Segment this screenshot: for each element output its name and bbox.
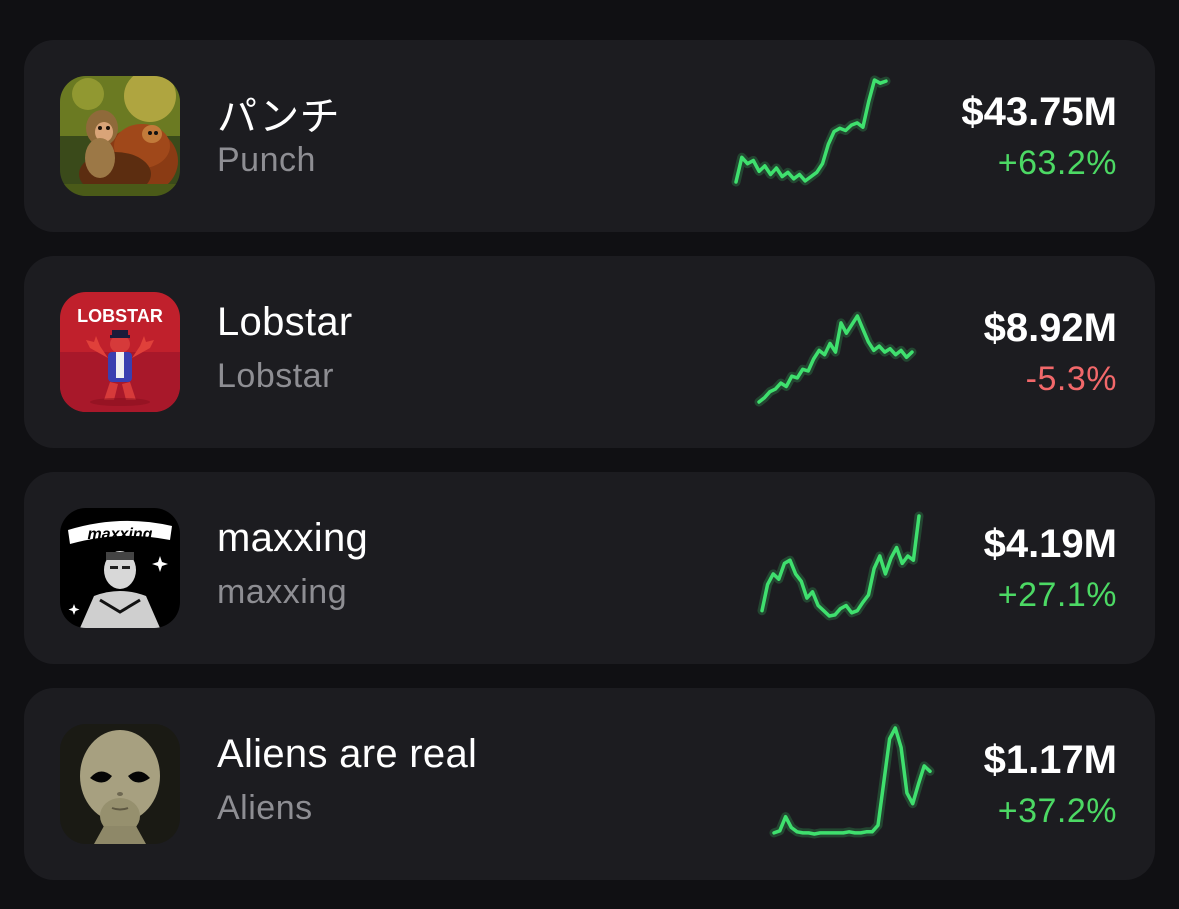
maxxing-avatar-icon: maxxing xyxy=(60,508,180,628)
market-cap: $43.75M xyxy=(961,90,1117,134)
lobstar-avatar-icon: LOBSTAR xyxy=(60,292,180,412)
token-card-punch[interactable]: パンチ Punch $43.75M +63.2% xyxy=(24,40,1155,232)
token-name: パンチ xyxy=(217,95,340,139)
market-cap: $1.17M xyxy=(983,738,1117,782)
market-cap: $4.19M xyxy=(983,522,1117,566)
token-ticker: Punch xyxy=(217,141,316,179)
svg-text:maxxing: maxxing xyxy=(88,526,153,543)
token-card-lobstar[interactable]: LOBSTAR Lobstar Lobstar $8.92M -5.3% xyxy=(24,256,1155,448)
price-change: +27.1% xyxy=(997,576,1117,614)
sparkline-glow xyxy=(757,511,924,621)
price-sparkline xyxy=(694,492,934,644)
price-change: -5.3% xyxy=(1025,360,1117,398)
token-ticker: maxxing xyxy=(217,573,348,611)
alien-avatar-icon xyxy=(60,724,180,844)
token-name: Lobstar xyxy=(217,300,353,344)
svg-text:LOBSTAR: LOBSTAR xyxy=(77,306,163,326)
token-list: パンチ Punch $43.75M +63.2% LOBSTAR Lobstar… xyxy=(0,0,1179,909)
sparkline-glow xyxy=(754,311,917,407)
token-ticker: Lobstar xyxy=(217,357,334,395)
market-cap: $8.92M xyxy=(983,306,1117,350)
price-change: +37.2% xyxy=(997,792,1117,830)
price-sparkline xyxy=(694,708,935,860)
sparkline-line xyxy=(772,726,932,836)
token-name: Aliens are real xyxy=(217,732,478,776)
token-card-aliens[interactable]: Aliens are real Aliens $1.17M +37.2% xyxy=(24,688,1155,880)
token-card-maxxing[interactable]: maxxing maxxing maxxing $4.19M +27.1% xyxy=(24,472,1155,664)
price-change: +63.2% xyxy=(997,144,1117,182)
price-sparkline xyxy=(694,60,934,212)
price-sparkline xyxy=(694,276,934,428)
token-name: maxxing xyxy=(217,516,369,560)
token-ticker: Aliens xyxy=(217,789,313,827)
monkey-avatar-icon xyxy=(60,76,180,196)
